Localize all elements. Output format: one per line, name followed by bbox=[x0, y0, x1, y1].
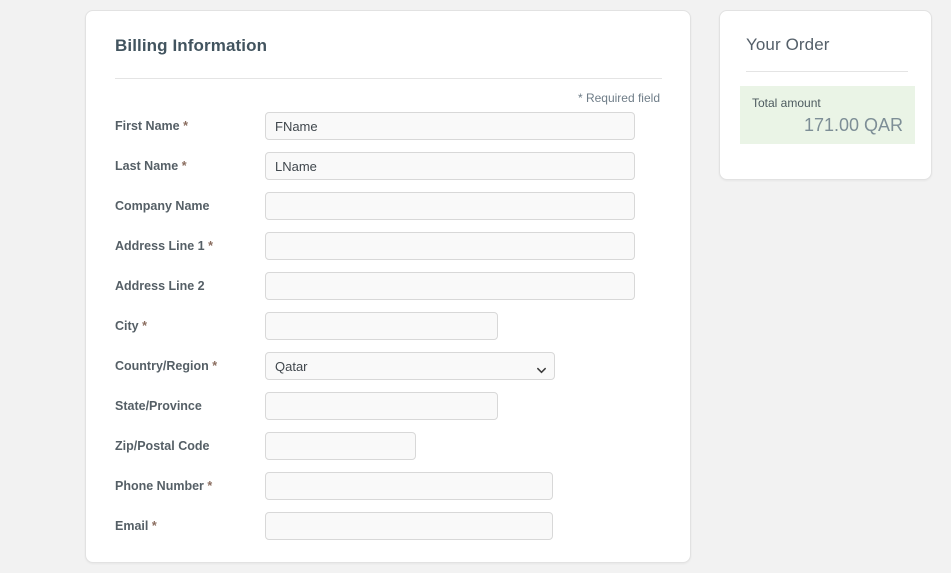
label-email: Email * bbox=[115, 512, 157, 540]
total-amount-label: Total amount bbox=[752, 96, 903, 110]
form-row: Company Name bbox=[86, 192, 690, 220]
billing-information-title: Billing Information bbox=[115, 36, 267, 56]
form-row: Address Line 2 bbox=[86, 272, 690, 300]
required-asterisk: * bbox=[148, 519, 156, 533]
label-phone-number: Phone Number * bbox=[115, 472, 212, 500]
select-wrapper-country-region: Qatar bbox=[265, 352, 555, 380]
label-country-region: Country/Region * bbox=[115, 352, 217, 380]
required-asterisk: * bbox=[209, 359, 217, 373]
required-asterisk: * bbox=[139, 319, 147, 333]
input-first-name[interactable] bbox=[265, 112, 635, 140]
input-state-province[interactable] bbox=[265, 392, 498, 420]
required-field-note: * Required field bbox=[578, 91, 660, 105]
form-row: First Name * bbox=[86, 112, 690, 140]
billing-information-card: Billing Information * Required field Fir… bbox=[85, 10, 691, 563]
label-first-name: First Name * bbox=[115, 112, 188, 140]
form-row: Country/Region * Qatar bbox=[86, 352, 690, 380]
order-header-divider bbox=[746, 71, 908, 72]
input-address-line-1[interactable] bbox=[265, 232, 635, 260]
billing-header-divider bbox=[115, 78, 662, 79]
your-order-card: Your Order Total amount 171.00 QAR bbox=[719, 10, 932, 180]
label-company-name: Company Name bbox=[115, 192, 209, 220]
label-address-line-1: Address Line 1 * bbox=[115, 232, 213, 260]
input-zip-postal-code[interactable] bbox=[265, 432, 416, 460]
total-amount-value: 171.00 QAR bbox=[752, 114, 903, 136]
label-state-province: State/Province bbox=[115, 392, 202, 420]
form-row: Last Name * bbox=[86, 152, 690, 180]
form-row: City * bbox=[86, 312, 690, 340]
input-address-line-2[interactable] bbox=[265, 272, 635, 300]
input-email[interactable] bbox=[265, 512, 553, 540]
input-company-name[interactable] bbox=[265, 192, 635, 220]
label-city: City * bbox=[115, 312, 147, 340]
form-row: State/Province bbox=[86, 392, 690, 420]
form-row: Zip/Postal Code bbox=[86, 432, 690, 460]
form-row: Address Line 1 * bbox=[86, 232, 690, 260]
label-zip-postal-code: Zip/Postal Code bbox=[115, 432, 209, 460]
required-asterisk: * bbox=[178, 159, 186, 173]
input-city[interactable] bbox=[265, 312, 498, 340]
select-country-region[interactable]: Qatar bbox=[265, 352, 555, 380]
form-row: Email * bbox=[86, 512, 690, 540]
label-last-name: Last Name * bbox=[115, 152, 187, 180]
your-order-title: Your Order bbox=[746, 35, 830, 55]
form-row: Phone Number * bbox=[86, 472, 690, 500]
required-asterisk: * bbox=[180, 119, 188, 133]
input-last-name[interactable] bbox=[265, 152, 635, 180]
total-amount-box: Total amount 171.00 QAR bbox=[740, 86, 915, 144]
input-phone-number[interactable] bbox=[265, 472, 553, 500]
required-asterisk: * bbox=[205, 239, 213, 253]
required-asterisk: * bbox=[204, 479, 212, 493]
label-address-line-2: Address Line 2 bbox=[115, 272, 205, 300]
